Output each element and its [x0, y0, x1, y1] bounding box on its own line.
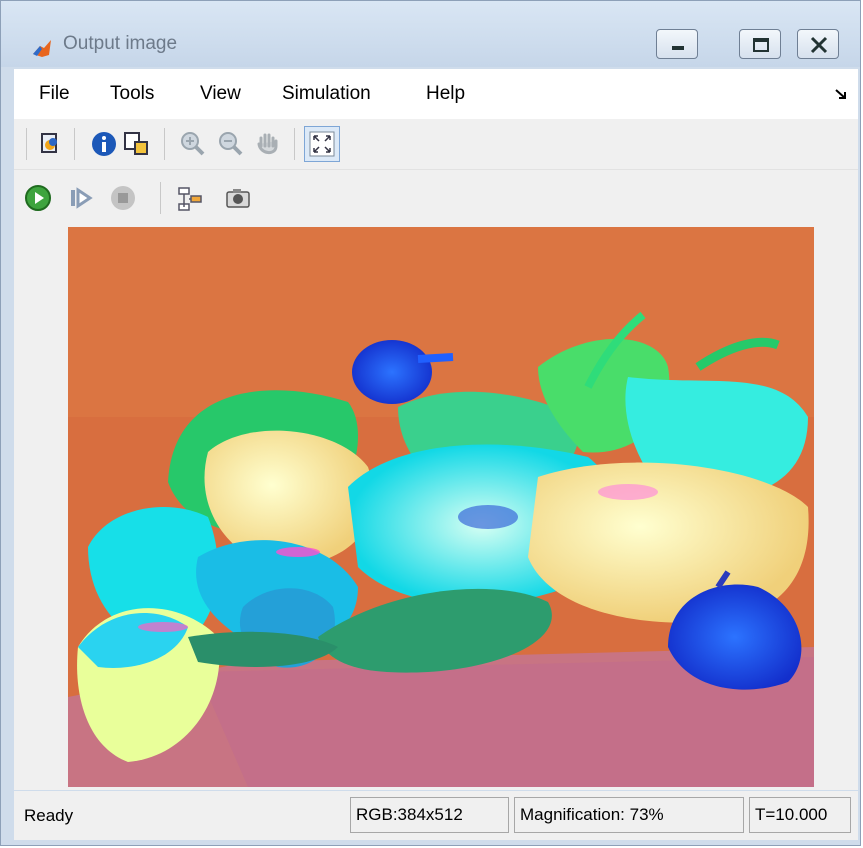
- maximize-icon: [753, 38, 769, 52]
- toolbar-separator: [164, 128, 165, 160]
- toolbar-grip: [26, 128, 27, 160]
- figure-window: Output image File Tools View Simulation …: [0, 0, 861, 846]
- close-button[interactable]: [797, 29, 839, 59]
- info-icon[interactable]: [90, 130, 118, 158]
- matlab-icon: [33, 40, 51, 57]
- toolbar-separator: [160, 182, 161, 214]
- menu-bar: File Tools View Simulation Help: [14, 69, 858, 119]
- close-icon: [810, 36, 828, 54]
- step-forward-icon[interactable]: [66, 184, 94, 212]
- stop-icon[interactable]: [109, 184, 137, 212]
- toolbar-separator: [74, 128, 75, 160]
- pan-icon[interactable]: [254, 130, 282, 158]
- zoom-out-icon[interactable]: [216, 130, 244, 158]
- menu-view[interactable]: View: [200, 83, 241, 105]
- simulation-toolbar: [14, 170, 858, 225]
- menu-file[interactable]: File: [39, 83, 70, 105]
- fit-to-window-button[interactable]: [304, 126, 340, 162]
- status-time: T=10.000: [749, 797, 851, 833]
- snapshot-icon[interactable]: [224, 184, 252, 212]
- minimize-icon: [672, 46, 684, 50]
- menu-help[interactable]: Help: [426, 83, 465, 105]
- status-bar: Ready RGB:384x512 Magnification: 73% T=1…: [14, 791, 858, 840]
- toolbar: [14, 119, 858, 170]
- zoom-in-icon[interactable]: [178, 130, 206, 158]
- menu-simulation[interactable]: Simulation: [282, 83, 371, 105]
- toolbar-separator: [294, 128, 295, 160]
- print-icon[interactable]: [36, 130, 64, 158]
- window-title: Output image: [63, 33, 178, 54]
- peppers-image: [68, 227, 814, 787]
- output-image[interactable]: [68, 227, 814, 787]
- menu-tools[interactable]: Tools: [110, 83, 154, 105]
- dock-arrow-icon[interactable]: [834, 87, 848, 101]
- maximize-button[interactable]: [739, 29, 781, 59]
- export-icon[interactable]: [122, 130, 150, 158]
- title-bar[interactable]: Output image: [1, 1, 860, 67]
- image-display-area: [14, 225, 858, 790]
- minimize-button[interactable]: [656, 29, 698, 59]
- status-magnification: Magnification: 73%: [514, 797, 744, 833]
- highlight-block-icon[interactable]: [176, 184, 204, 212]
- run-icon[interactable]: [24, 184, 52, 212]
- status-format: RGB:384x512: [350, 797, 509, 833]
- status-state: Ready: [24, 806, 74, 825]
- fit-to-window-icon: [309, 131, 335, 157]
